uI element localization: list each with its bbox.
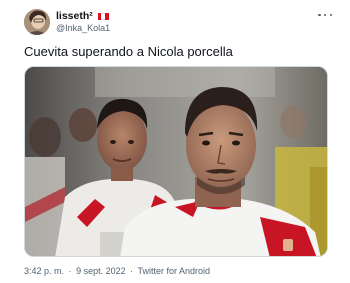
user-handle[interactable]: @Inka_Kola1: [56, 23, 110, 34]
tweet-card: lisseth² @Inka_Kola1 Cuevita superando a…: [0, 0, 350, 283]
meta-separator: ·: [68, 266, 72, 276]
tweet-date[interactable]: 9 sept. 2022: [76, 266, 126, 276]
more-horizontal-icon-dot: [329, 13, 332, 17]
avatar-image: [24, 9, 50, 35]
tweet-source[interactable]: Twitter for Android: [137, 266, 210, 276]
avatar[interactable]: [24, 9, 50, 35]
tweet-media-photo[interactable]: [24, 66, 328, 257]
flag-stripe-right: [105, 12, 109, 20]
more-horizontal-icon-dot: [318, 13, 321, 17]
display-name[interactable]: lisseth²: [56, 10, 93, 22]
tweet-text: Cuevita superando a Nicola porcella: [24, 44, 233, 59]
tweet-time[interactable]: 3:42 p. m.: [24, 266, 64, 276]
more-options-button[interactable]: [318, 10, 332, 20]
photo-image: [25, 67, 327, 256]
user-name-row[interactable]: lisseth²: [56, 10, 109, 22]
tweet-meta: 3:42 p. m. · 9 sept. 2022 · Twitter for …: [24, 266, 210, 277]
peru-flag-emoji: [97, 12, 109, 20]
meta-separator: ·: [130, 266, 134, 276]
more-horizontal-icon-dot: [323, 13, 327, 17]
